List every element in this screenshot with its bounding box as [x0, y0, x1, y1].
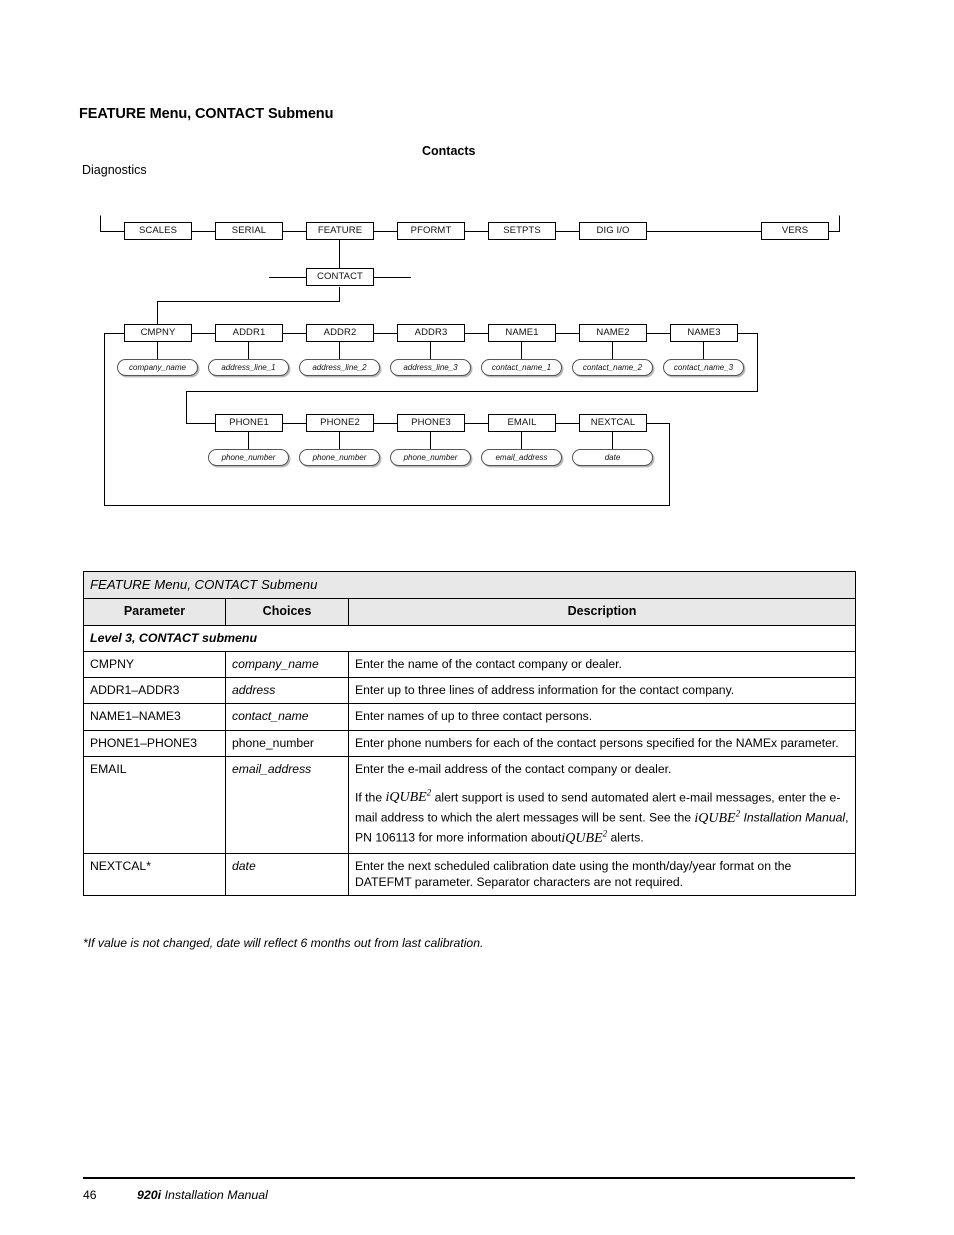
menu-value-date: date: [572, 449, 653, 466]
diagnostics-label: Diagnostics: [82, 163, 147, 177]
menu-node-name3[interactable]: NAME3: [670, 324, 738, 342]
description-line-1: Enter the e-mail address of the contact …: [355, 761, 672, 776]
section-label: Level 3, CONTACT submenu: [83, 624, 856, 653]
footer-divider: [83, 1177, 855, 1179]
cell-choices: date: [225, 853, 349, 897]
menu-node-feature[interactable]: FEATURE: [306, 222, 374, 240]
menu-node-contact[interactable]: CONTACT: [306, 268, 374, 286]
menu-node-setpts[interactable]: SETPTS: [488, 222, 556, 240]
menu-value-contact-name-2: contact_name_2: [572, 359, 653, 376]
menu-node-scales[interactable]: SCALES: [124, 222, 192, 240]
menu-node-addr1[interactable]: ADDR1: [215, 324, 283, 342]
cell-choices: contact_name: [225, 703, 349, 731]
menu-value-address-line-2: address_line_2: [299, 359, 380, 376]
cell-parameter: PHONE1–PHONE3: [83, 729, 226, 757]
menu-value-phone-number-3: phone_number: [390, 449, 471, 466]
menu-node-phone3[interactable]: PHONE3: [397, 414, 465, 432]
menu-node-addr3[interactable]: ADDR3: [397, 324, 465, 342]
iqube-wordmark-3: iQUBE2: [561, 828, 608, 846]
cell-choices: company_name: [225, 651, 349, 679]
menu-value-address-line-3: address_line_3: [390, 359, 471, 376]
table-header-row: Parameter Choices Description: [83, 598, 856, 626]
cell-parameter: ADDR1–ADDR3: [83, 677, 226, 705]
menu-node-name1[interactable]: NAME1: [488, 324, 556, 342]
menu-node-serial[interactable]: SERIAL: [215, 222, 283, 240]
table-footnote: *If value is not changed, date will refl…: [83, 936, 484, 950]
cell-description: Enter the name of the contact company or…: [348, 651, 856, 679]
menu-value-contact-name-1: contact_name_1: [481, 359, 562, 376]
cell-parameter: EMAIL: [83, 755, 226, 855]
table-row: PHONE1–PHONE3 phone_number Enter phone n…: [83, 729, 856, 757]
description-line-2: If the iQUBE2 alert support is used to s…: [355, 788, 849, 848]
cell-description: Enter names of up to three contact perso…: [348, 703, 856, 731]
footer-model: 920i: [137, 1188, 162, 1202]
menu-node-phone2[interactable]: PHONE2: [306, 414, 374, 432]
footer-manual-rest: Installation Manual: [161, 1188, 268, 1202]
menu-value-address-line-1: address_line_1: [208, 359, 289, 376]
cell-parameter: NAME1–NAME3: [83, 703, 226, 731]
parameter-table: FEATURE Menu, CONTACT Submenu Parameter …: [83, 570, 856, 897]
table-title-row: FEATURE Menu, CONTACT Submenu: [83, 570, 856, 600]
menu-node-cmpny[interactable]: CMPNY: [124, 324, 192, 342]
menu-node-vers[interactable]: VERS: [761, 222, 829, 240]
table-row: NAME1–NAME3 contact_name Enter names of …: [83, 703, 856, 731]
iqube-wordmark-2: iQUBE2: [694, 807, 741, 826]
cell-description: Enter phone numbers for each of the cont…: [348, 729, 856, 757]
table-row: NEXTCAL* date Enter the next scheduled c…: [83, 853, 856, 897]
page-title: FEATURE Menu, CONTACT Submenu: [79, 106, 334, 122]
page-number: 46: [83, 1188, 97, 1202]
menu-node-pformt[interactable]: PFORMT: [397, 222, 465, 240]
iqube-wordmark-1: iQUBE2: [385, 787, 432, 806]
menu-value-email-address: email_address: [481, 449, 562, 466]
cell-description: Enter up to three lines of address infor…: [348, 677, 856, 705]
menu-value-contact-name-3: contact_name_3: [663, 359, 744, 376]
menu-node-name2[interactable]: NAME2: [579, 324, 647, 342]
desc-text-a: If the: [355, 790, 386, 805]
menu-flow-diagram: SCALES SERIAL FEATURE PFORMT SETPTS DIG …: [0, 0, 954, 560]
cell-parameter: CMPNY: [83, 651, 226, 679]
cell-choices: phone_number: [225, 729, 349, 757]
desc-text-d: alerts.: [607, 830, 644, 845]
table-title: FEATURE Menu, CONTACT Submenu: [83, 570, 856, 600]
table-row: ADDR1–ADDR3 address Enter up to three li…: [83, 677, 856, 705]
cell-description: Enter the e-mail address of the contact …: [348, 755, 856, 855]
menu-value-company-name: company_name: [117, 359, 198, 376]
cell-parameter: NEXTCAL*: [83, 853, 226, 897]
footer-manual-title: 920i Installation Manual: [137, 1188, 268, 1202]
menu-node-addr2[interactable]: ADDR2: [306, 324, 374, 342]
diagram-connectors: [99, 215, 841, 507]
column-header-choices: Choices: [225, 598, 349, 626]
table-row: EMAIL email_address Enter the e-mail add…: [83, 755, 856, 855]
menu-value-phone-number-2: phone_number: [299, 449, 380, 466]
menu-node-nextcal[interactable]: NEXTCAL: [579, 414, 647, 432]
menu-node-email[interactable]: EMAIL: [488, 414, 556, 432]
manual-title: Installation Manual: [740, 810, 846, 825]
table-section-row: Level 3, CONTACT submenu: [83, 624, 856, 653]
cell-description: Enter the next scheduled calibration dat…: [348, 853, 856, 897]
column-header-description: Description: [348, 598, 856, 626]
menu-node-phone1[interactable]: PHONE1: [215, 414, 283, 432]
menu-node-dig-io[interactable]: DIG I/O: [579, 222, 647, 240]
column-header-parameter: Parameter: [83, 598, 226, 626]
cell-choices: address: [225, 677, 349, 705]
menu-value-phone-number-1: phone_number: [208, 449, 289, 466]
cell-choices: email_address: [225, 755, 349, 855]
contacts-label: Contacts: [422, 144, 476, 158]
table-row: CMPNY company_name Enter the name of the…: [83, 651, 856, 679]
